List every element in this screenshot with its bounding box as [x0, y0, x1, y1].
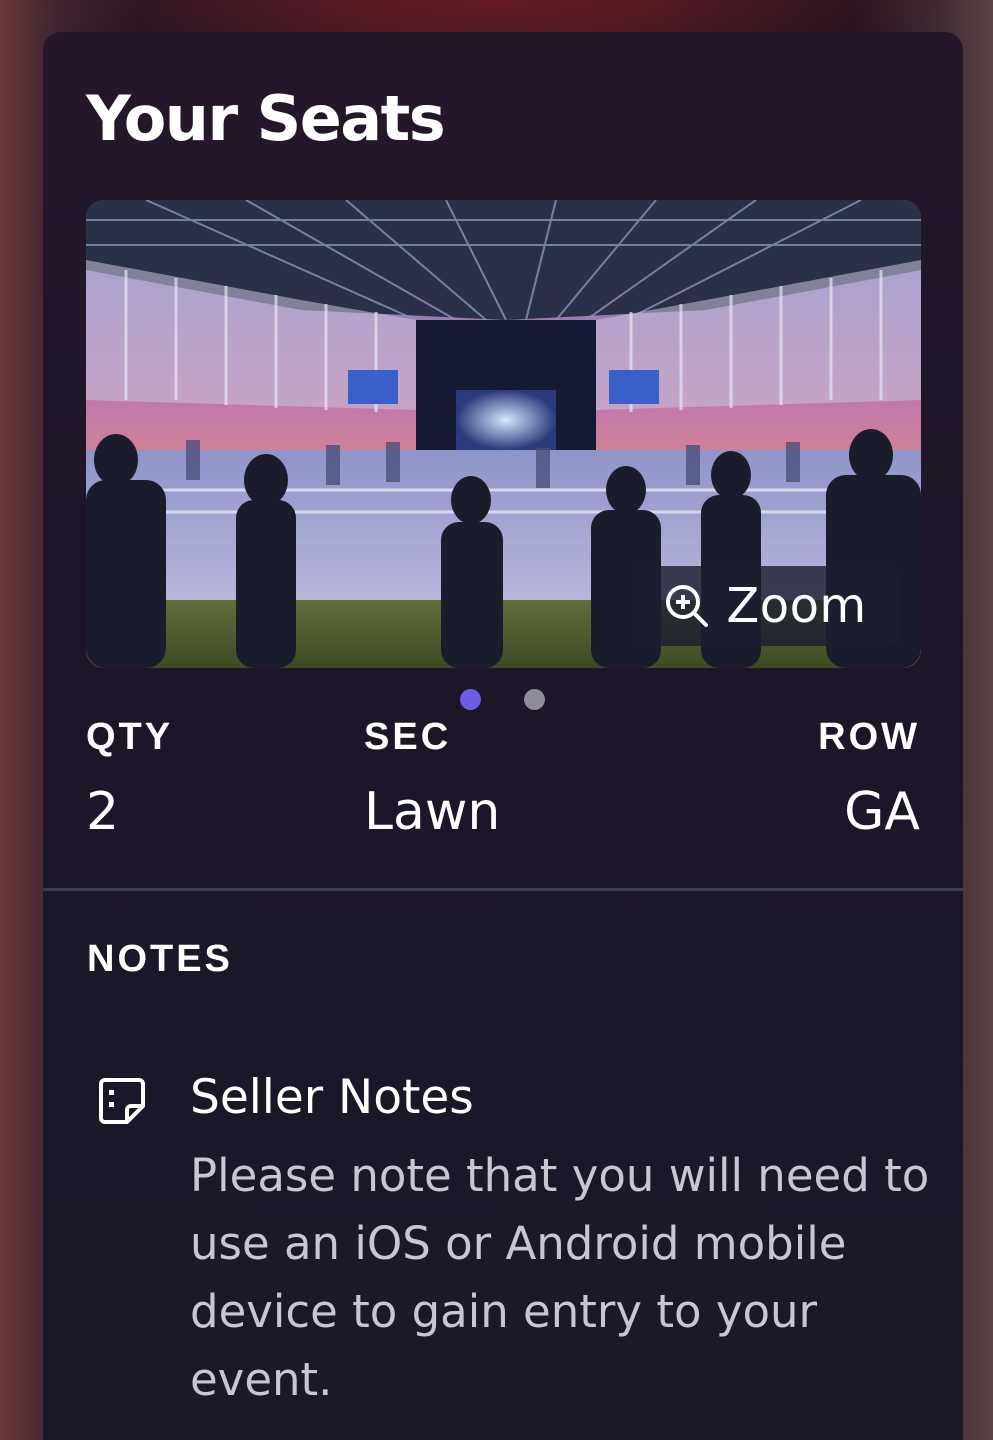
seat-view-image[interactable]: Zoom — [86, 200, 921, 668]
qty-value: 2 — [86, 782, 120, 842]
row-value: GA — [844, 782, 920, 842]
carousel-indicator — [43, 689, 963, 711]
sec-label: SEC — [364, 716, 452, 758]
card-title: Your Seats — [86, 82, 446, 155]
your-seats-card: Your Seats Zoom QTY 2 SEC Lawn ROW GA NO… — [43, 32, 963, 1440]
sec-value: Lawn — [364, 782, 501, 842]
carousel-dot-1[interactable] — [460, 689, 481, 710]
qty-label: QTY — [86, 716, 174, 758]
row-label: ROW — [818, 716, 920, 758]
carousel-dot-2[interactable] — [524, 689, 545, 710]
note-title: Seller Notes — [190, 1070, 474, 1125]
sticky-note-icon — [99, 1078, 145, 1124]
notes-heading: NOTES — [87, 938, 233, 980]
note-body: Please note that you will need to use an… — [190, 1149, 930, 1406]
section-divider — [43, 888, 963, 891]
zoom-button[interactable]: Zoom — [632, 566, 899, 646]
zoom-in-icon — [666, 585, 709, 627]
zoom-label: Zoom — [726, 578, 867, 634]
